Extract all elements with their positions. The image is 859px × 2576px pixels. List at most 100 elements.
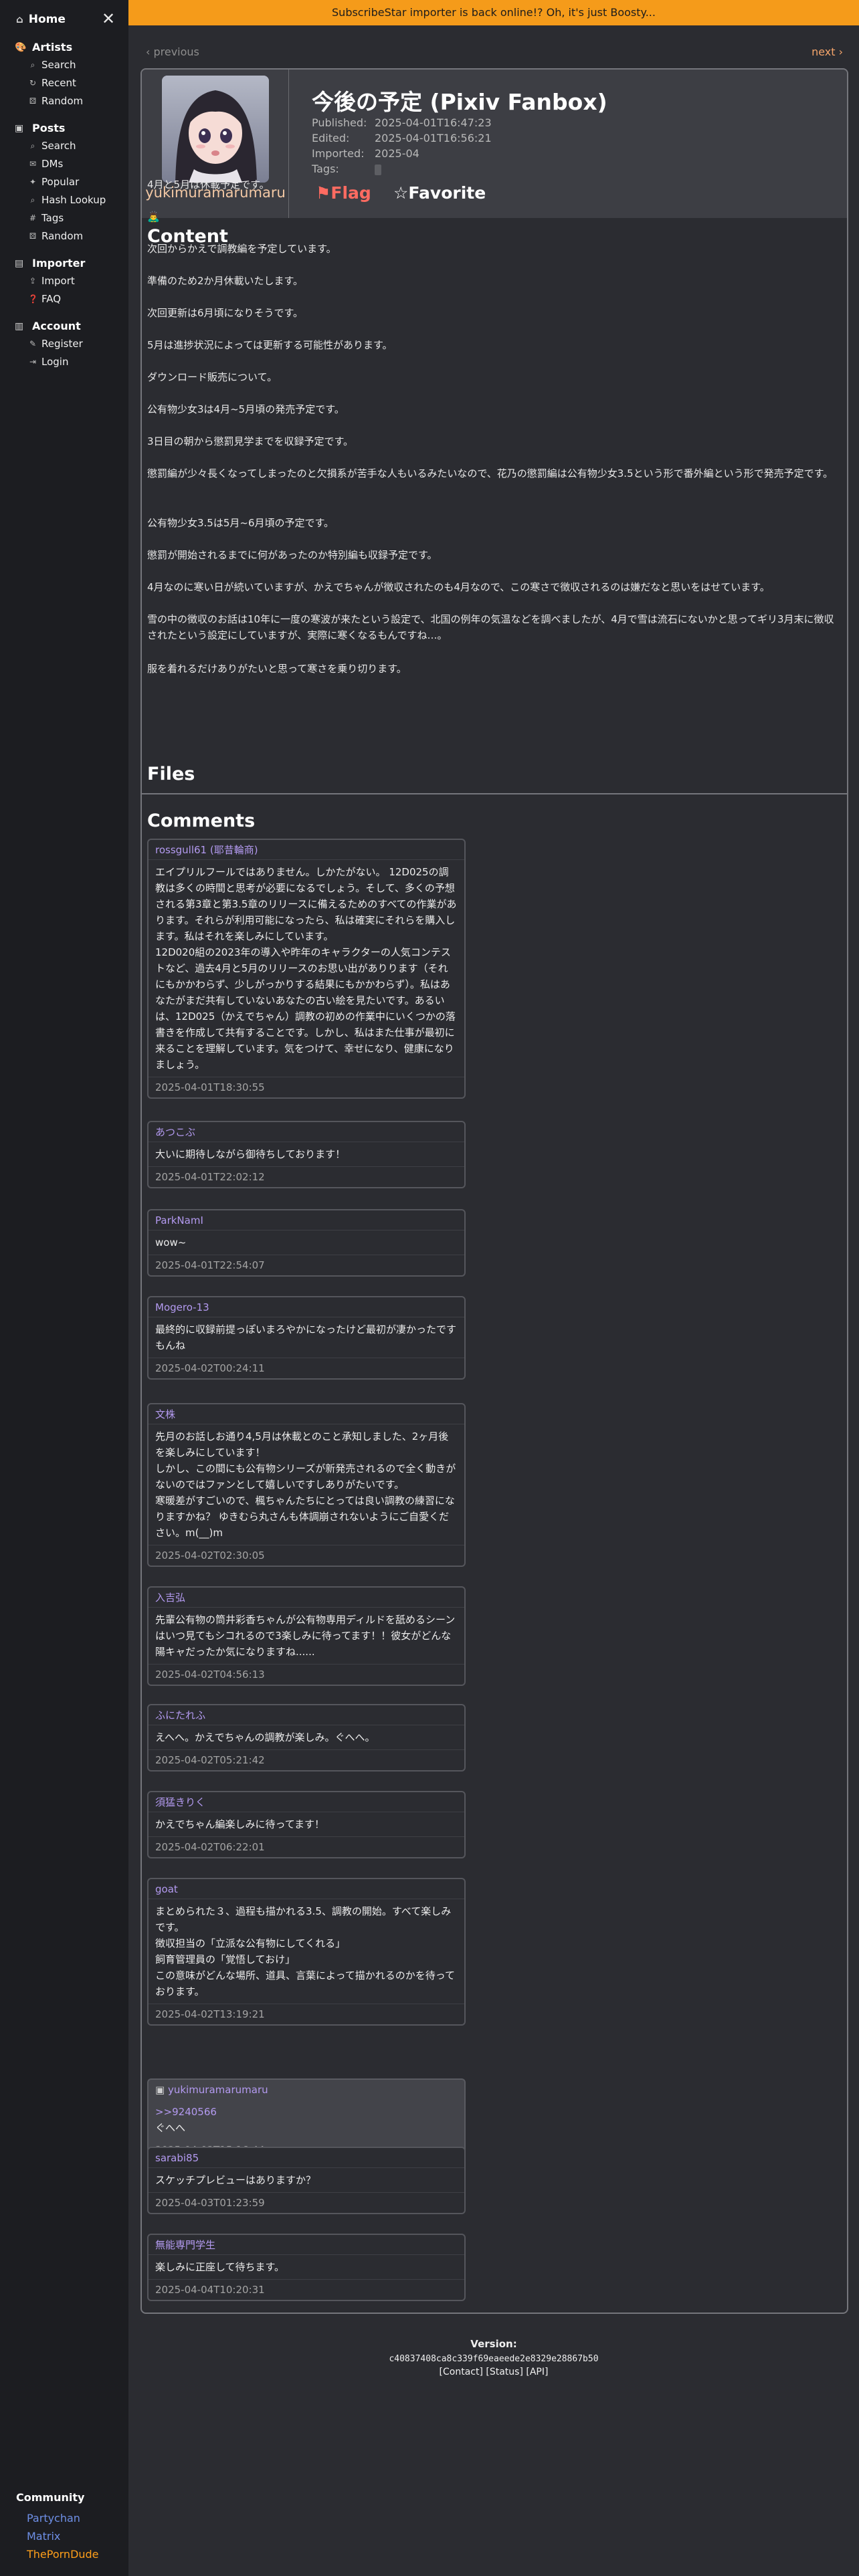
sidebar-section-importer: ▤ Importer: [0, 255, 128, 272]
comment-body: wow~: [149, 1230, 464, 1255]
matrix-link[interactable]: Matrix: [16, 2527, 99, 2545]
comment-timestamp: 2025-04-03T01:23:59: [155, 2197, 265, 2209]
sidebar-item-dms[interactable]: ✉ DMs: [0, 155, 128, 173]
login-icon: ⇥: [29, 357, 37, 366]
comment-author[interactable]: 文株: [149, 1404, 464, 1424]
comment-author[interactable]: あつこぶ: [149, 1122, 464, 1142]
comment: あつこぶ大いに期待しながら御待ちしております！ 2025-04-01T22:02:…: [147, 1121, 466, 1188]
comment-timestamp: 2025-04-02T04:56:13: [155, 1669, 265, 1681]
post-card: yukimuramarumaru 今後の予定 (Pixiv Fanbox) Pu…: [140, 68, 848, 2314]
comment-body: 先月のお話しお通り4,5月は休載とのこと承知しました、2ヶ月後を楽しみにしていま…: [149, 1424, 464, 1545]
sidebar-item-label: Import: [41, 275, 75, 287]
random-icon: ⚄: [29, 96, 37, 106]
comment-text: wow~: [155, 1237, 187, 1249]
avatar[interactable]: [162, 76, 269, 183]
sidebar-item-label: Search: [41, 140, 76, 152]
tag-chip[interactable]: [375, 164, 381, 175]
comment-timestamp: 2025-04-01T22:54:07: [155, 1259, 265, 1271]
comment-author-name: goat: [155, 1883, 178, 1895]
comment: 須猛きりく かえでちゃん編楽しみに待ってます！ 2025-04-02T06:22:0…: [147, 1791, 466, 1858]
home-icon: ⌂: [16, 13, 23, 25]
content-paragraph: ダウンロード販売について。: [147, 371, 278, 383]
sidebar-item-posts-random[interactable]: ⚄ Random: [0, 227, 128, 245]
sidebar-item-posts-search[interactable]: ⌕ Search: [0, 137, 128, 155]
content-paragraph: 4月なのに寒い日が続いていますが、かえでちゃんが徴収されたのも4月なので、この寒…: [147, 581, 770, 593]
comment-timestamp: 2025-04-02T02:30:05: [155, 1549, 265, 1562]
sidebar-item-label: Hash Lookup: [41, 194, 106, 206]
comment-timestamp: 2025-04-01T18:30:55: [155, 1081, 265, 1093]
footer-links[interactable]: [Contact] [Status] [API]: [128, 2367, 859, 2377]
content-paragraph: 準備のため2か月休載いたします。: [147, 275, 304, 287]
previous-link[interactable]: ‹ previous: [146, 45, 199, 58]
sidebar-item-register[interactable]: ✎ Register: [0, 335, 128, 353]
avatar-image: [162, 76, 269, 183]
close-icon[interactable]: ✕: [99, 9, 118, 28]
sidebar-item-tags[interactable]: # Tags: [0, 209, 128, 227]
posts-heading: Posts: [32, 122, 66, 134]
version-label: Version:: [470, 2338, 517, 2350]
comment-author-name: sarabi85: [155, 2152, 199, 2164]
announcement-banner[interactable]: SubscribeStar importer is back online!? …: [128, 0, 859, 25]
comment-author[interactable]: ▣ yukimuramarumaru: [149, 2080, 464, 2100]
content-paragraph: 次回更新は6月頃になりそうです。: [147, 307, 304, 319]
sidebar-section-artists: 🎨 Artists: [0, 39, 128, 56]
comment-author[interactable]: 入吉弘: [149, 1588, 464, 1608]
comment-author[interactable]: 無能専門学生: [149, 2235, 464, 2255]
next-link[interactable]: next ›: [812, 45, 843, 58]
sidebar-item-hash-lookup[interactable]: ⌕ Hash Lookup: [0, 191, 128, 209]
edited-row: Edited: 2025-04-01T16:56:21: [312, 132, 492, 144]
sparkle-icon: ✦: [29, 177, 37, 187]
sidebar-item-popular[interactable]: ✦ Popular: [0, 173, 128, 191]
account-icon: ▥: [15, 321, 24, 332]
palette-icon: 🎨: [15, 42, 27, 53]
comment-author-name: 入吉弘: [155, 1592, 186, 1604]
comment: Mogero-13 最終的に収録前提っぽいまろやかになったけど最初が凄かったですも…: [147, 1296, 466, 1380]
hash-lookup-icon: ⌕: [30, 195, 35, 205]
faq-icon: ❓: [28, 294, 38, 304]
sidebar-item-login[interactable]: ⇥ Login: [0, 353, 128, 371]
comment-text: 先輩公有物の筒井彩香ちゃんが公有物専用ディルドを舐めるシーンはいつ見てもシコれる…: [155, 1614, 456, 1658]
content-paragraph: 🙇‍♂️: [147, 211, 160, 223]
comment-timestamp: 2025-04-02T00:24:11: [155, 1362, 265, 1374]
comment-author-name: あつこぶ: [155, 1126, 196, 1138]
partychan-link[interactable]: Partychan: [16, 2509, 99, 2527]
community-section: Community Partychan Matrix ThePornDude: [16, 2491, 99, 2563]
sidebar-item-label: Login: [41, 356, 69, 368]
comment-timestamp: 2025-04-01T22:02:12: [155, 1171, 265, 1183]
comment-text: 大いに期待しながら御待ちしております！: [155, 1148, 346, 1160]
content-paragraph: 3日目の朝から懲罰見学までを収録予定です。: [147, 435, 354, 447]
search-icon: ⌕: [30, 141, 35, 150]
comment-author[interactable]: goat: [149, 1879, 464, 1899]
comment-author[interactable]: ふにたれふ: [149, 1705, 464, 1725]
user-column: yukimuramarumaru: [142, 70, 289, 218]
random-icon: ⚄: [29, 231, 37, 241]
content-paragraph: 懲罰編が少々長くなってしまったのと欠損系が苦手な人もいるみたいなので、花乃の懲罰…: [147, 467, 834, 479]
comment-author[interactable]: sarabi85: [149, 2148, 464, 2168]
comment-author-name: ParkNamI: [155, 1214, 203, 1226]
comment-author[interactable]: Mogero-13: [149, 1297, 464, 1317]
sidebar-item-artists-search[interactable]: ⌕ Search: [0, 56, 128, 74]
comment-reply-link[interactable]: >>9240566: [155, 2104, 458, 2120]
comment-author[interactable]: 須猛きりく: [149, 1792, 464, 1812]
sidebar-item-faq[interactable]: ❓ FAQ: [0, 290, 128, 308]
image-icon: ▣: [15, 123, 24, 134]
sidebar-item-import[interactable]: ⇪ Import: [0, 272, 128, 290]
imported-value: 2025-04: [375, 147, 419, 160]
comment-author[interactable]: ParkNamI: [149, 1210, 464, 1230]
comment-text: エイプリルフールではありません。しかたがない。 12D025の調教は多くの時間と…: [155, 866, 457, 1071]
comment: rossgull61 (耶昔輪商) エイプリルフールではありません。しかたがない。…: [147, 839, 466, 1099]
comment-body: 大いに期待しながら御待ちしております！: [149, 1142, 464, 1167]
sidebar-item-label: Random: [41, 95, 84, 107]
sidebar-item-artists-random[interactable]: ⚄ Random: [0, 92, 128, 110]
edited-label: Edited:: [312, 132, 350, 144]
comment-author-name: 無能専門学生: [155, 2239, 216, 2251]
importer-heading: Importer: [32, 257, 86, 270]
importer-icon: ▤: [15, 258, 24, 269]
theporndude-link[interactable]: ThePornDude: [16, 2545, 99, 2563]
sidebar-section-account: ▥ Account: [0, 318, 128, 335]
sidebar-item-artists-recent[interactable]: ↻ Recent: [0, 74, 128, 92]
published-label: Published:: [312, 116, 367, 129]
community-heading: Community: [16, 2491, 85, 2504]
comment-author[interactable]: rossgull61 (耶昔輪商): [149, 840, 464, 860]
artists-heading: Artists: [32, 41, 73, 53]
